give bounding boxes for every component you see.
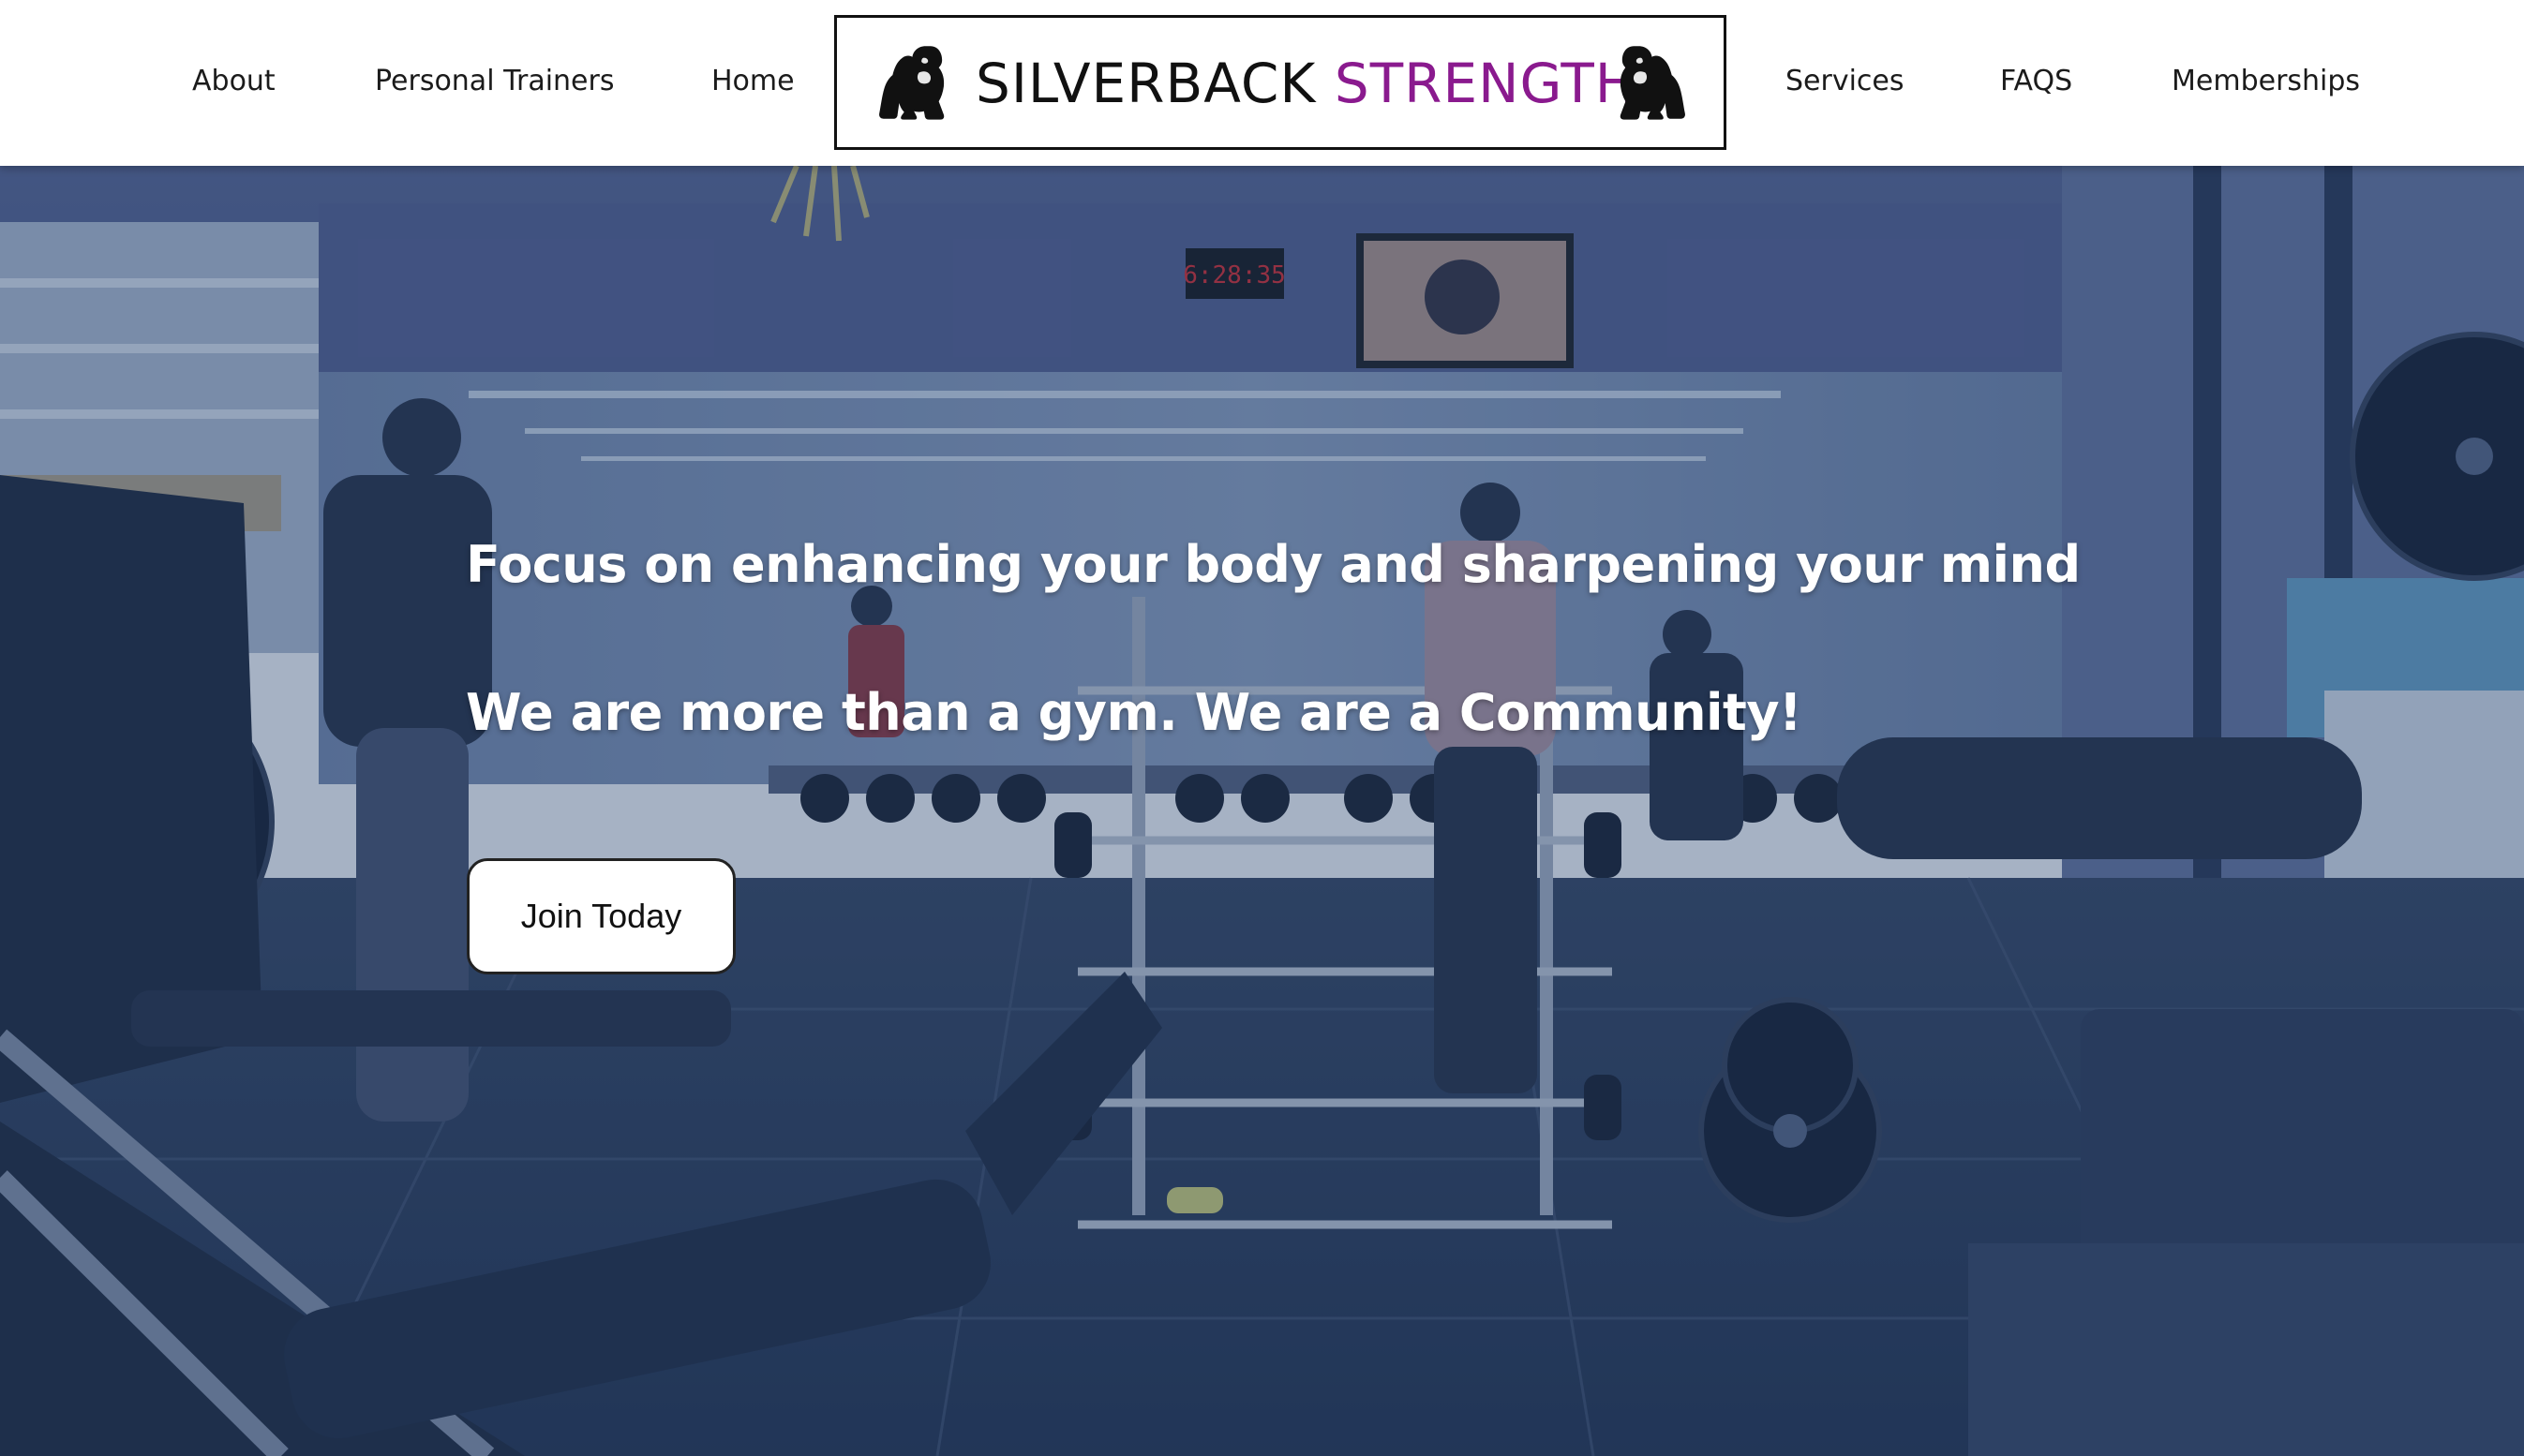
join-today-button[interactable]: Join Today	[467, 858, 736, 974]
hero-subheadline: We are more than a gym. We are a Communi…	[466, 683, 1802, 742]
nav-link-about[interactable]: About	[192, 62, 276, 101]
site-logo[interactable]: SILVERBACK STRENGTH	[834, 15, 1726, 150]
nav-link-home[interactable]: Home	[711, 62, 795, 101]
page: About Personal Trainers Home SILVERBACK …	[0, 0, 2524, 1456]
hero-overlay	[0, 166, 2524, 1456]
gorilla-icon	[1620, 46, 1685, 120]
nav-link-services[interactable]: Services	[1785, 62, 1904, 101]
logo-name-primary: SILVERBACK	[976, 52, 1317, 115]
logo-name-accent: STRENGTH	[1334, 52, 1637, 115]
logo-wordmark: SILVERBACK STRENGTH	[976, 50, 1636, 117]
nav-link-personal-trainers[interactable]: Personal Trainers	[375, 62, 614, 101]
hero-section: 6:28:35 Focus on enhancing your body and…	[0, 166, 2524, 1456]
nav-link-faqs[interactable]: FAQS	[2000, 62, 2072, 101]
gorilla-icon	[879, 46, 945, 120]
site-header: About Personal Trainers Home SILVERBACK …	[0, 0, 2524, 166]
nav-link-memberships[interactable]: Memberships	[2172, 62, 2360, 101]
hero-headline: Focus on enhancing your body and sharpen…	[466, 535, 2081, 594]
